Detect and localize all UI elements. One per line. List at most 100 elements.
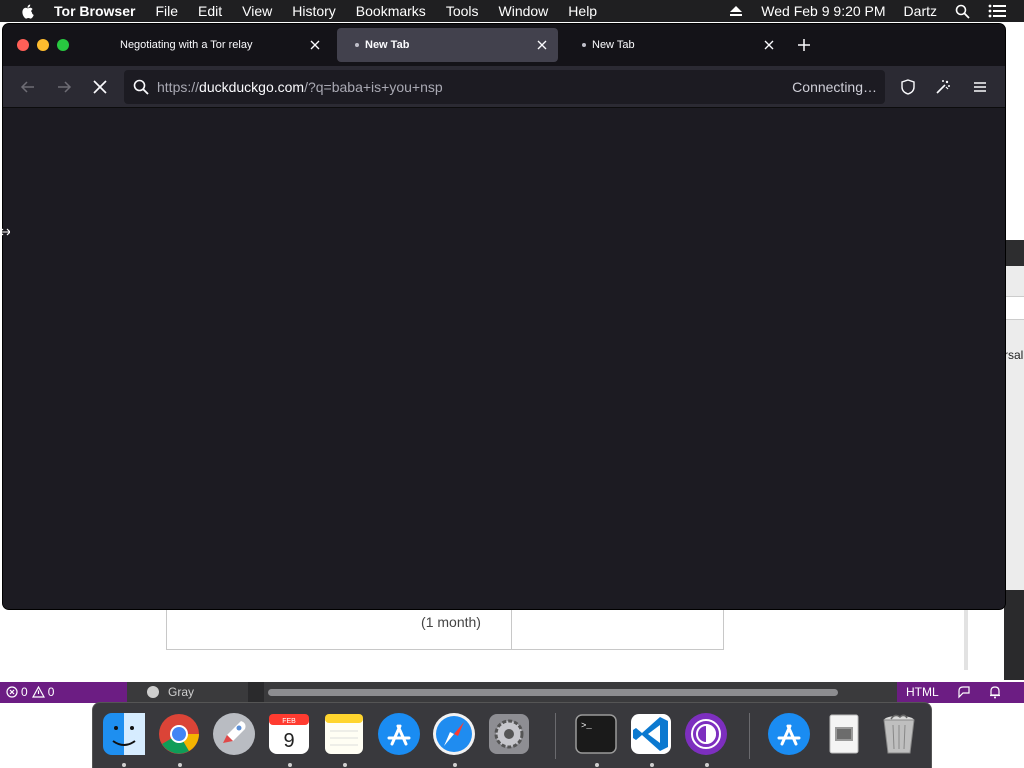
app-store-download-icon[interactable]: [766, 711, 812, 757]
url-path: /?q=baba+is+you+nsp: [304, 79, 443, 95]
navigation-toolbar: https://duckduckgo.com/?q=baba+is+you+ns…: [3, 66, 1005, 108]
menu-app-name[interactable]: Tor Browser: [54, 3, 135, 19]
safari-icon[interactable]: [431, 711, 477, 757]
menu-view[interactable]: View: [242, 3, 272, 19]
loading-dot-icon: [582, 43, 586, 47]
background-table-cell: (1 month): [421, 614, 481, 630]
language-mode[interactable]: HTML: [906, 685, 939, 699]
url-scheme: https://: [157, 79, 200, 95]
close-icon[interactable]: [307, 37, 323, 53]
menu-edit[interactable]: Edit: [198, 3, 222, 19]
background-scrollbar[interactable]: [964, 607, 968, 670]
running-indicator: [595, 763, 599, 767]
tor-browser-window: Negotiating with a Tor relay New Tab New…: [3, 24, 1005, 609]
macos-menu-bar: Tor Browser File Edit View History Bookm…: [0, 0, 1024, 22]
preview-icon[interactable]: [821, 711, 867, 757]
status-right-items: HTML: [906, 685, 1019, 699]
terminal-icon[interactable]: >_: [573, 711, 619, 757]
menu-history[interactable]: History: [292, 3, 336, 19]
apple-icon[interactable]: [20, 3, 36, 19]
running-indicator: [705, 763, 709, 767]
notification-center-icon[interactable]: [988, 4, 1006, 18]
url-bar[interactable]: https://duckduckgo.com/?q=baba+is+you+ns…: [124, 70, 885, 104]
tab-new-active[interactable]: New Tab: [337, 28, 558, 62]
running-indicator: [453, 763, 457, 767]
resize-cursor-icon: [0, 228, 10, 236]
calendar-day: 9: [283, 730, 294, 752]
background-bottom-panel: Gray: [127, 682, 897, 703]
running-indicator: [288, 763, 292, 767]
launchpad-icon[interactable]: [211, 711, 257, 757]
editor-status-bar: 0 0 Gray HTML: [0, 682, 1024, 703]
warning-count: 0: [47, 685, 55, 699]
error-count: 0: [21, 685, 28, 699]
loading-dot-icon: [355, 43, 359, 47]
menu-help[interactable]: Help: [568, 3, 597, 19]
tab-title: New Tab: [365, 39, 410, 51]
forward-icon[interactable]: [55, 78, 73, 96]
notes-icon[interactable]: [321, 711, 367, 757]
stop-icon[interactable]: [91, 78, 109, 96]
tab-bar: Negotiating with a Tor relay New Tab New…: [3, 24, 1005, 66]
menubar-status-area: Wed Feb 9 9:20 PM Dartz: [729, 0, 1024, 22]
tab-negotiating[interactable]: Negotiating with a Tor relay: [105, 28, 331, 62]
calendar-icon[interactable]: FEB 9: [266, 711, 312, 757]
menu-window[interactable]: Window: [499, 3, 549, 19]
chrome-icon[interactable]: [156, 711, 202, 757]
horizontal-scrollbar[interactable]: [268, 689, 838, 696]
connection-status: Connecting…: [792, 79, 877, 95]
background-right-window: rsal: [1004, 240, 1024, 680]
menu-icon[interactable]: [971, 78, 989, 96]
background-document-window: (1 month): [0, 607, 980, 670]
background-toolbar: [1004, 240, 1024, 266]
window-zoom-button[interactable]: [57, 39, 69, 51]
back-icon[interactable]: [19, 78, 37, 96]
tor-browser-icon[interactable]: [683, 711, 729, 757]
gray-swatch-icon: [147, 686, 159, 698]
url-text[interactable]: https://duckduckgo.com/?q=baba+is+you+ns…: [157, 79, 443, 95]
search-icon: [133, 79, 149, 95]
vscode-icon[interactable]: [628, 711, 674, 757]
eject-icon[interactable]: [729, 5, 743, 17]
background-text-fragment: rsal: [1004, 348, 1024, 362]
dock-separator: [555, 713, 556, 759]
menu-bookmarks[interactable]: Bookmarks: [356, 3, 426, 19]
extensions-icon[interactable]: [934, 78, 952, 96]
app-store-icon[interactable]: [376, 711, 422, 757]
bell-icon[interactable]: [989, 685, 1001, 699]
problems-indicator[interactable]: 0 0: [6, 685, 58, 699]
error-icon: [6, 686, 18, 698]
background-row: [1004, 296, 1024, 320]
menubar-user[interactable]: Dartz: [904, 3, 937, 19]
url-domain: duckduckgo.com: [199, 79, 305, 95]
running-indicator: [650, 763, 654, 767]
window-minimize-button[interactable]: [37, 39, 49, 51]
running-indicator: [122, 763, 126, 767]
tab-title: New Tab: [592, 39, 635, 51]
feedback-icon[interactable]: [957, 685, 971, 699]
tab-new[interactable]: New Tab: [564, 28, 785, 62]
page-content-area[interactable]: [3, 108, 1005, 609]
window-close-button[interactable]: [17, 39, 29, 51]
shield-icon[interactable]: [899, 78, 917, 96]
macos-dock: FEB 9 >_: [92, 702, 932, 768]
new-tab-button[interactable]: [795, 36, 813, 54]
spotlight-search-icon[interactable]: [955, 4, 970, 19]
gray-label: Gray: [168, 685, 195, 699]
close-icon[interactable]: [761, 37, 777, 53]
running-indicator: [343, 763, 347, 767]
panel-separator: [248, 682, 264, 703]
tab-title: Negotiating with a Tor relay: [120, 39, 253, 51]
calendar-month: FEB: [282, 718, 296, 725]
dock-separator: [749, 713, 750, 759]
menubar-datetime[interactable]: Wed Feb 9 9:20 PM: [761, 3, 885, 19]
system-preferences-icon[interactable]: [486, 711, 532, 757]
gray-color-item[interactable]: Gray: [147, 685, 194, 699]
menu-tools[interactable]: Tools: [446, 3, 479, 19]
finder-icon[interactable]: [101, 711, 147, 757]
trash-icon[interactable]: [876, 711, 922, 757]
background-dark-panel: [1004, 590, 1024, 680]
menu-file[interactable]: File: [155, 3, 178, 19]
terminal-prompt: >_: [581, 721, 592, 731]
close-icon[interactable]: [534, 37, 550, 53]
